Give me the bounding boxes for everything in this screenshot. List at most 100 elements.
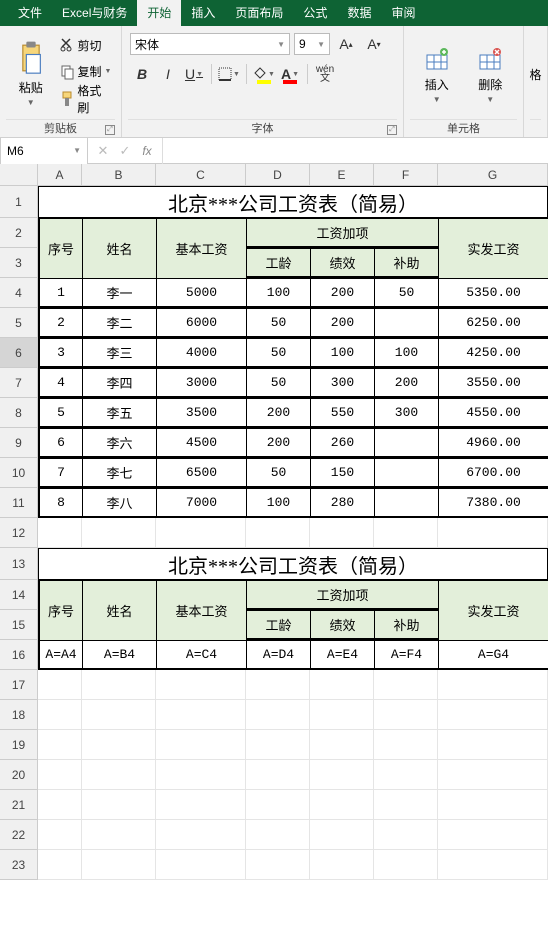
- data-cell[interactable]: 50: [247, 459, 311, 487]
- data-cell[interactable]: 200: [247, 429, 311, 457]
- data-cell[interactable]: 5350.00: [439, 279, 548, 307]
- formula-cell[interactable]: A=E4: [311, 641, 375, 669]
- fill-color-button[interactable]: ▼: [252, 62, 276, 86]
- data-cell[interactable]: 3500: [157, 399, 247, 427]
- row-header[interactable]: 17: [0, 670, 38, 700]
- row-header[interactable]: 21: [0, 790, 38, 820]
- data-cell[interactable]: 550: [311, 399, 375, 427]
- menu-review[interactable]: 审阅: [381, 0, 425, 26]
- row-header[interactable]: 20: [0, 760, 38, 790]
- hdr-seq[interactable]: 序号: [39, 219, 83, 279]
- cell[interactable]: [38, 760, 82, 790]
- col-header-d[interactable]: D: [246, 164, 310, 186]
- cell[interactable]: [310, 670, 374, 700]
- menu-excel-finance[interactable]: Excel与财务: [52, 0, 137, 26]
- cell[interactable]: [438, 820, 548, 850]
- data-cell[interactable]: 280: [311, 489, 375, 517]
- cell[interactable]: [156, 730, 246, 760]
- row-header[interactable]: 7: [0, 368, 38, 398]
- col-header-f[interactable]: F: [374, 164, 438, 186]
- row-header[interactable]: 13: [0, 548, 38, 580]
- data-cell[interactable]: 6250.00: [439, 309, 548, 337]
- cell[interactable]: [82, 850, 156, 880]
- data-cell[interactable]: 4000: [157, 339, 247, 367]
- cell[interactable]: [246, 850, 310, 880]
- data-cell[interactable]: 李五: [83, 399, 157, 427]
- cell[interactable]: [374, 730, 438, 760]
- italic-button[interactable]: I: [156, 62, 180, 86]
- format-cell-button[interactable]: 格: [530, 62, 542, 83]
- cell[interactable]: [438, 760, 548, 790]
- cell[interactable]: [82, 790, 156, 820]
- data-cell[interactable]: 4500: [157, 429, 247, 457]
- name-box[interactable]: M6▼: [0, 138, 88, 164]
- data-cell[interactable]: 50: [247, 309, 311, 337]
- bold-button[interactable]: B: [130, 62, 154, 86]
- hdr-net[interactable]: 实发工资: [439, 219, 548, 279]
- hdr2-allow[interactable]: 补助: [375, 611, 439, 639]
- data-cell[interactable]: 300: [375, 399, 439, 427]
- data-cell[interactable]: 7: [39, 459, 83, 487]
- hdr-tenure[interactable]: 工龄: [247, 249, 311, 277]
- data-cell[interactable]: 5: [39, 399, 83, 427]
- row-header[interactable]: 3: [0, 248, 38, 278]
- copy-button[interactable]: 复制 ▼: [56, 60, 115, 84]
- font-name-select[interactable]: 宋体▼: [130, 33, 290, 55]
- data-cell[interactable]: 6700.00: [439, 459, 548, 487]
- cell[interactable]: [374, 518, 438, 548]
- cell[interactable]: [38, 850, 82, 880]
- row-header[interactable]: 22: [0, 820, 38, 850]
- col-header-g[interactable]: G: [438, 164, 548, 186]
- formula-cell[interactable]: A=A4: [39, 641, 83, 669]
- cell[interactable]: [310, 700, 374, 730]
- font-color-button[interactable]: A▼: [278, 62, 302, 86]
- cell[interactable]: [82, 700, 156, 730]
- paste-button[interactable]: 粘贴 ▼: [6, 28, 56, 116]
- cell[interactable]: [310, 790, 374, 820]
- formula-cell[interactable]: A=C4: [157, 641, 247, 669]
- cell[interactable]: [38, 820, 82, 850]
- dialog-launcher-icon[interactable]: ⤢: [387, 125, 397, 135]
- cell[interactable]: [374, 850, 438, 880]
- cell[interactable]: [246, 730, 310, 760]
- menu-home[interactable]: 开始: [137, 0, 181, 26]
- cell[interactable]: [310, 518, 374, 548]
- row-header[interactable]: 6: [0, 338, 38, 368]
- cell[interactable]: [438, 518, 548, 548]
- row-header[interactable]: 1: [0, 186, 38, 218]
- row-header[interactable]: 8: [0, 398, 38, 428]
- data-cell[interactable]: 100: [311, 339, 375, 367]
- hdr2-tenure[interactable]: 工龄: [247, 611, 311, 639]
- format-painter-button[interactable]: 格式刷: [56, 87, 115, 111]
- formula-cell[interactable]: A=D4: [247, 641, 311, 669]
- increase-font-button[interactable]: A▴: [334, 32, 358, 56]
- hdr2-seq[interactable]: 序号: [39, 581, 83, 641]
- cell[interactable]: [156, 760, 246, 790]
- decrease-font-button[interactable]: A▾: [362, 32, 386, 56]
- cell[interactable]: [310, 850, 374, 880]
- insert-cell-button[interactable]: 插入 ▼: [419, 46, 455, 104]
- data-cell[interactable]: 200: [375, 369, 439, 397]
- data-cell[interactable]: 150: [311, 459, 375, 487]
- cell[interactable]: [438, 850, 548, 880]
- row-header[interactable]: 2: [0, 218, 38, 248]
- hdr-addgroup[interactable]: 工资加项: [247, 219, 439, 247]
- data-cell[interactable]: 6000: [157, 309, 247, 337]
- data-cell[interactable]: 200: [311, 279, 375, 307]
- cell[interactable]: [156, 820, 246, 850]
- data-cell[interactable]: 李七: [83, 459, 157, 487]
- cell[interactable]: [310, 730, 374, 760]
- menu-insert[interactable]: 插入: [181, 0, 225, 26]
- row-header[interactable]: 14: [0, 580, 38, 610]
- cut-button[interactable]: 剪切: [56, 33, 115, 57]
- col-header-c[interactable]: C: [156, 164, 246, 186]
- table1-title[interactable]: 北京***公司工资表（简易）: [38, 186, 548, 218]
- row-header[interactable]: 18: [0, 700, 38, 730]
- cell[interactable]: [246, 670, 310, 700]
- cell[interactable]: [156, 850, 246, 880]
- data-cell[interactable]: 7380.00: [439, 489, 548, 517]
- row-header[interactable]: 10: [0, 458, 38, 488]
- dialog-launcher-icon[interactable]: ⤢: [105, 125, 115, 135]
- row-header[interactable]: 15: [0, 610, 38, 640]
- data-cell[interactable]: 李一: [83, 279, 157, 307]
